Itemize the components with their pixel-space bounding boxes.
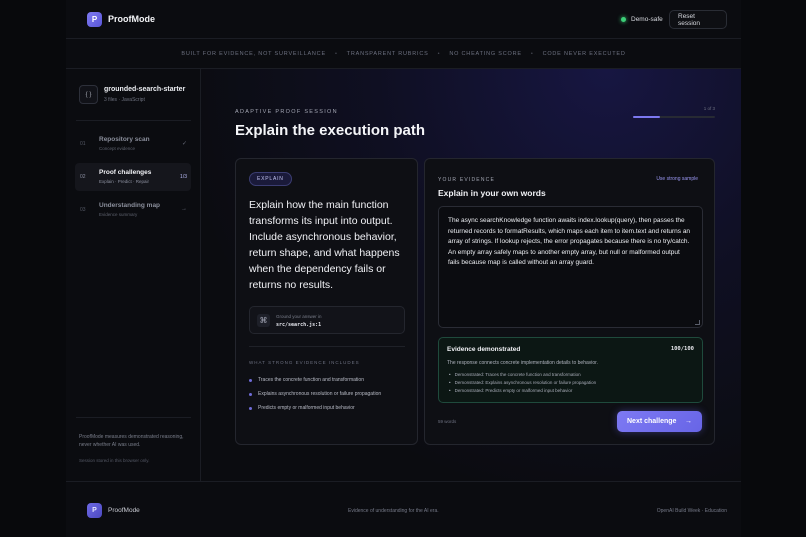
arrow-right-icon: →	[181, 206, 187, 212]
answer-title: Explain in your own words	[438, 188, 546, 198]
answer-card: YOUR EVIDENCE Use strong sample Explain …	[424, 158, 715, 445]
ticker-item: BUILT FOR EVIDENCE, NOT SURVEILLANCE	[181, 50, 326, 57]
repo-name: grounded-search-starter	[104, 86, 186, 93]
result-score: 100/100	[670, 346, 694, 352]
code-braces-icon: { }	[79, 85, 98, 104]
result-list: Demonstrated: Traces the concrete functi…	[449, 371, 597, 395]
command-icon: ⌘	[257, 314, 270, 327]
next-challenge-label: Next challenge	[627, 418, 677, 425]
step-number: 03	[80, 207, 86, 213]
ticker-separator: •	[530, 50, 534, 57]
use-strong-sample-link[interactable]: Use strong sample	[656, 176, 698, 182]
ticker-separator: •	[437, 50, 441, 57]
checkmark-icon: ✓	[181, 141, 187, 147]
challenge-type-tag: EXPLAIN	[249, 172, 292, 186]
sidebar-step-proof-challenges[interactable]: 02 Proof challenges Explain · Predict · …	[75, 163, 191, 191]
ticker-separator: •	[334, 50, 338, 57]
question-card: EXPLAIN Explain how the main function tr…	[235, 158, 418, 445]
footer-tagline: Evidence of understanding for the AI era…	[348, 508, 439, 514]
next-challenge-button[interactable]: Next challenge →	[617, 411, 702, 432]
repo-meta: 3 files · JavaScript	[104, 97, 145, 103]
status-dot-icon	[621, 16, 626, 22]
ticker-item: NO CHEATING SCORE	[449, 50, 522, 57]
evidence-criterion: Predicts empty or malformed input behavi…	[249, 405, 355, 411]
session-note: Session stored in this browser only.	[79, 458, 150, 463]
answer-eyebrow: YOUR EVIDENCE	[438, 177, 495, 183]
result-item: Demonstrated: Traces the concrete functi…	[449, 371, 596, 379]
step-progress-count: 1/3	[180, 174, 187, 180]
page-title: Explain the execution path	[235, 122, 426, 139]
step-title: Proof challenges	[99, 169, 152, 176]
step-title: Repository scan	[99, 136, 150, 143]
progress-label: 1 of 3	[703, 106, 715, 111]
brand-name[interactable]: ProofMode	[108, 14, 155, 24]
answer-textarea[interactable]: The async searchKnowledge function await…	[438, 206, 703, 328]
criterion-text: Explains asynchronous resolution or fail…	[258, 391, 382, 397]
session-eyebrow: ADAPTIVE PROOF SESSION	[235, 109, 338, 115]
word-count: 59 words	[438, 419, 457, 424]
footer-brand: ProofMode	[108, 507, 140, 514]
demo-safe-label: Demo-safe	[631, 15, 663, 23]
grounding-hint: ⌘ Ground your answer in src/search.js:1	[249, 306, 405, 334]
hint-file-path[interactable]: src/search.js:1	[276, 322, 321, 328]
hint-label: Ground your answer in	[276, 314, 322, 319]
footer-credit: OpenAI Build Week · Education	[656, 508, 727, 514]
progress-bar	[633, 116, 715, 118]
sidebar-divider	[76, 120, 191, 121]
step-subtitle: Evidence summary	[99, 212, 138, 217]
result-item: Demonstrated: Explains asynchronous reso…	[449, 379, 597, 387]
criterion-text: Traces the concrete function and transfo…	[258, 377, 364, 383]
ticker-item: CODE NEVER EXECUTED	[542, 50, 626, 57]
evidence-criterion: Traces the concrete function and transfo…	[249, 377, 364, 383]
bullet-icon	[249, 392, 252, 396]
resize-handle-icon[interactable]	[695, 320, 700, 325]
evidence-heading: WHAT STRONG EVIDENCE INCLUDES	[249, 360, 360, 365]
logo-icon[interactable]: P	[87, 12, 102, 27]
bullet-icon	[249, 406, 252, 410]
result-title: Evidence demonstrated	[447, 346, 521, 353]
arrow-right-icon: →	[685, 418, 692, 425]
ticker-item: TRANSPARENT RUBRICS	[346, 50, 429, 57]
reset-session-button[interactable]: Reset session	[669, 10, 727, 29]
step-number: 02	[80, 174, 86, 180]
sidebar-step-understanding-map[interactable]: 03 Understanding map Evidence summary →	[75, 196, 191, 224]
step-number: 01	[80, 141, 86, 147]
footer-logo-icon: P	[87, 503, 102, 518]
result-item: Demonstrated: Predicts empty or malforme…	[449, 387, 596, 395]
challenge-question: Explain how the main function transforms…	[249, 199, 400, 291]
bullet-icon	[249, 378, 252, 382]
evidence-result-box: Evidence demonstrated 100/100 The respon…	[438, 337, 703, 403]
sidebar: { } grounded-search-starter 3 files · Ja…	[66, 69, 201, 481]
answer-text: The async searchKnowledge function await…	[448, 217, 691, 266]
card-divider	[249, 346, 405, 347]
step-title: Understanding map	[99, 202, 161, 209]
criterion-text: Predicts empty or malformed input behavi…	[258, 405, 355, 411]
sidebar-note: ProofMode measures demonstrated reasonin…	[79, 434, 184, 448]
evidence-criterion: Explains asynchronous resolution or fail…	[249, 391, 381, 397]
progress-bar-fill	[633, 116, 661, 118]
demo-safe-badge: Demo-safe	[612, 10, 672, 28]
step-subtitle: Concept evidence	[99, 146, 136, 151]
principles-ticker: BUILT FOR EVIDENCE, NOT SURVEILLANCE • T…	[66, 39, 741, 69]
top-bar: P ProofMode Demo-safe Reset session	[66, 0, 741, 39]
result-description: The response connects concrete implement…	[447, 360, 598, 366]
step-subtitle: Explain · Predict · Repair	[99, 179, 150, 184]
sidebar-step-repository-scan[interactable]: 01 Repository scan Concept evidence ✓	[75, 130, 191, 158]
footer: P ProofMode Evidence of understanding fo…	[66, 481, 741, 537]
sidebar-divider	[76, 417, 191, 418]
